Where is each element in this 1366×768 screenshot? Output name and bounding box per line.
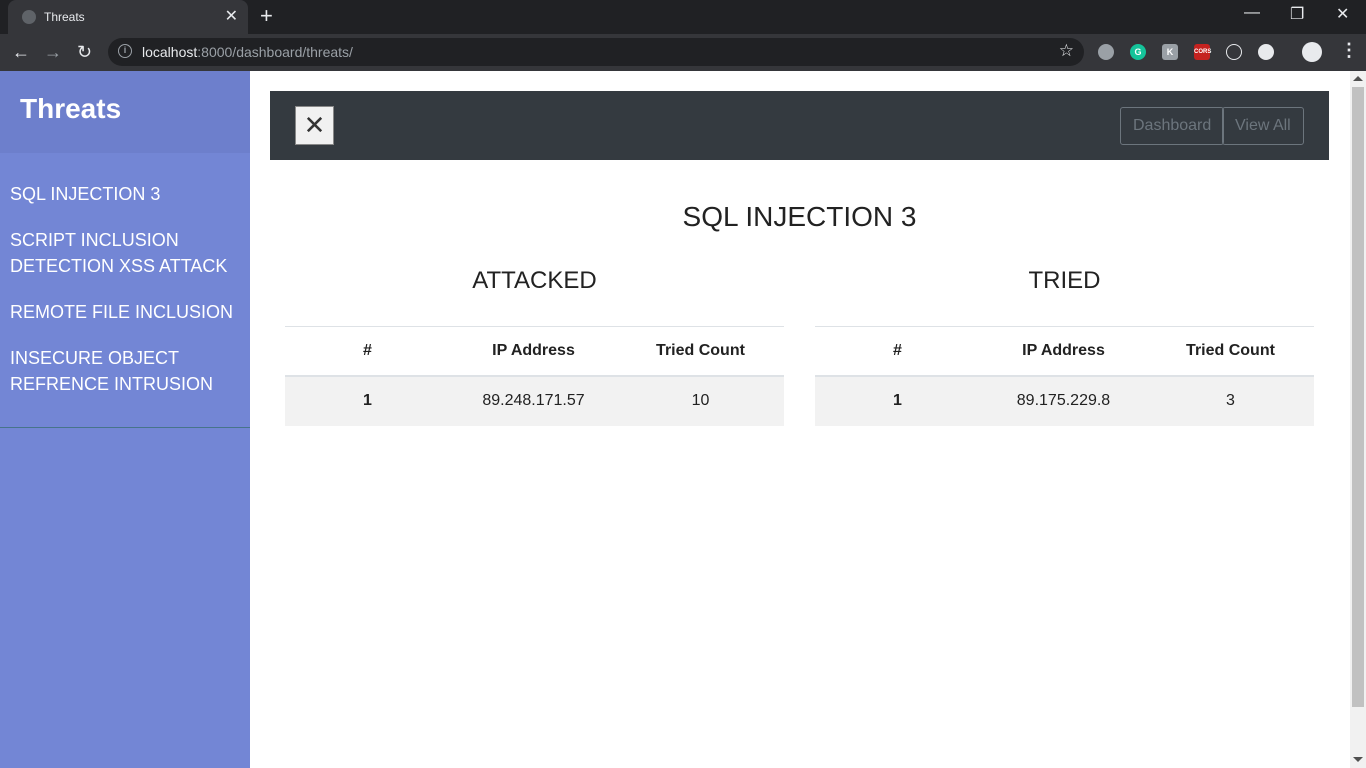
page-scrollbar[interactable] [1350, 71, 1366, 768]
tab-title: Threats [44, 10, 85, 24]
tried-title: TRIED [1028, 267, 1101, 294]
column-header: # [815, 326, 980, 377]
address-bar[interactable]: i localhost:8000/dashboard/threats/ ☆ [108, 38, 1084, 66]
back-button[interactable]: ← [12, 41, 30, 63]
url-host: localhost [142, 44, 198, 60]
minimize-button[interactable]: — [1244, 4, 1260, 22]
scroll-down-icon[interactable] [1353, 757, 1363, 762]
main-content: ✕ Dashboard View All SQL INJECTION 3 ATT… [250, 71, 1350, 768]
browser-tab-bar: Threats ✕ + — ❐ ✕ [0, 0, 1366, 34]
grammarly-extension-icon[interactable]: G [1130, 44, 1146, 60]
sidebar-header: Threats [0, 71, 250, 153]
column-header: IP Address [450, 326, 617, 377]
sidebar-item-xss-attack[interactable]: SCRIPT INCLUSION DETECTION XSS ATTACK [0, 217, 250, 289]
bookmark-star-icon[interactable]: ☆ [1059, 41, 1074, 61]
tab-close-icon[interactable]: ✕ [225, 6, 238, 26]
profile-avatar[interactable] [1302, 42, 1322, 62]
extension-icon[interactable] [1258, 44, 1274, 60]
table-header-row: # IP Address Tried Count [815, 326, 1314, 377]
browser-menu-icon[interactable]: ⋮ [1340, 40, 1358, 61]
sidebar: Threats SQL INJECTION 3 SCRIPT INCLUSION… [0, 71, 250, 768]
react-extension-icon[interactable] [1226, 44, 1242, 60]
reload-button[interactable]: ↻ [77, 41, 92, 63]
globe-extension-icon[interactable] [1098, 44, 1114, 60]
column-header: Tried Count [1147, 326, 1314, 377]
sidebar-toggle-close-icon[interactable]: ✕ [295, 106, 334, 145]
attacked-table: # IP Address Tried Count 1 89.248.171.57… [285, 326, 784, 426]
top-navbar: ✕ Dashboard View All [270, 91, 1329, 160]
scroll-up-icon[interactable] [1353, 76, 1363, 81]
attacked-title: ATTACKED [472, 267, 597, 294]
scroll-thumb[interactable] [1352, 87, 1364, 707]
browser-toolbar: ← → ↻ i localhost:8000/dashboard/threats… [0, 34, 1366, 71]
page-title: SQL INJECTION 3 [682, 201, 917, 232]
browser-tab[interactable]: Threats ✕ [8, 0, 248, 34]
url-path: :8000/dashboard/threats/ [197, 44, 353, 60]
tried-count: 3 [1147, 375, 1314, 426]
globe-icon [22, 10, 36, 24]
dashboard-button[interactable]: Dashboard [1120, 107, 1225, 145]
new-tab-button[interactable]: + [260, 4, 273, 28]
column-header: Tried Count [617, 326, 784, 377]
ip-address: 89.248.171.57 [450, 375, 617, 426]
table-row: 1 89.248.171.57 10 [285, 375, 784, 426]
table-row: 1 89.175.229.8 3 [815, 375, 1314, 426]
tried-count: 10 [617, 375, 784, 426]
row-number: 1 [285, 375, 450, 426]
cors-extension-icon[interactable]: CORS [1194, 44, 1211, 60]
restore-button[interactable]: ❐ [1290, 4, 1304, 24]
sidebar-item-insecure-object-reference[interactable]: INSECURE OBJECT REFRENCE INTRUSION [0, 335, 250, 407]
sidebar-item-remote-file-inclusion[interactable]: REMOTE FILE INCLUSION [0, 289, 250, 335]
url-text[interactable]: localhost:8000/dashboard/threats/ [142, 44, 353, 60]
row-number: 1 [815, 375, 980, 426]
forward-button[interactable]: → [44, 41, 62, 63]
window-close-button[interactable]: ✕ [1336, 4, 1349, 24]
table-header-row: # IP Address Tried Count [285, 326, 784, 377]
sidebar-title: Threats [20, 93, 122, 124]
column-header: # [285, 326, 450, 377]
column-header: IP Address [980, 326, 1147, 377]
ip-address: 89.175.229.8 [980, 375, 1147, 426]
k-extension-icon[interactable]: K [1162, 44, 1178, 60]
view-all-button[interactable]: View All [1222, 107, 1304, 145]
sidebar-menu: SQL INJECTION 3 SCRIPT INCLUSION DETECTI… [0, 153, 250, 428]
info-icon[interactable]: i [118, 44, 132, 58]
sidebar-item-sql-injection[interactable]: SQL INJECTION 3 [0, 171, 250, 217]
tried-table: # IP Address Tried Count 1 89.175.229.8 … [815, 326, 1314, 426]
